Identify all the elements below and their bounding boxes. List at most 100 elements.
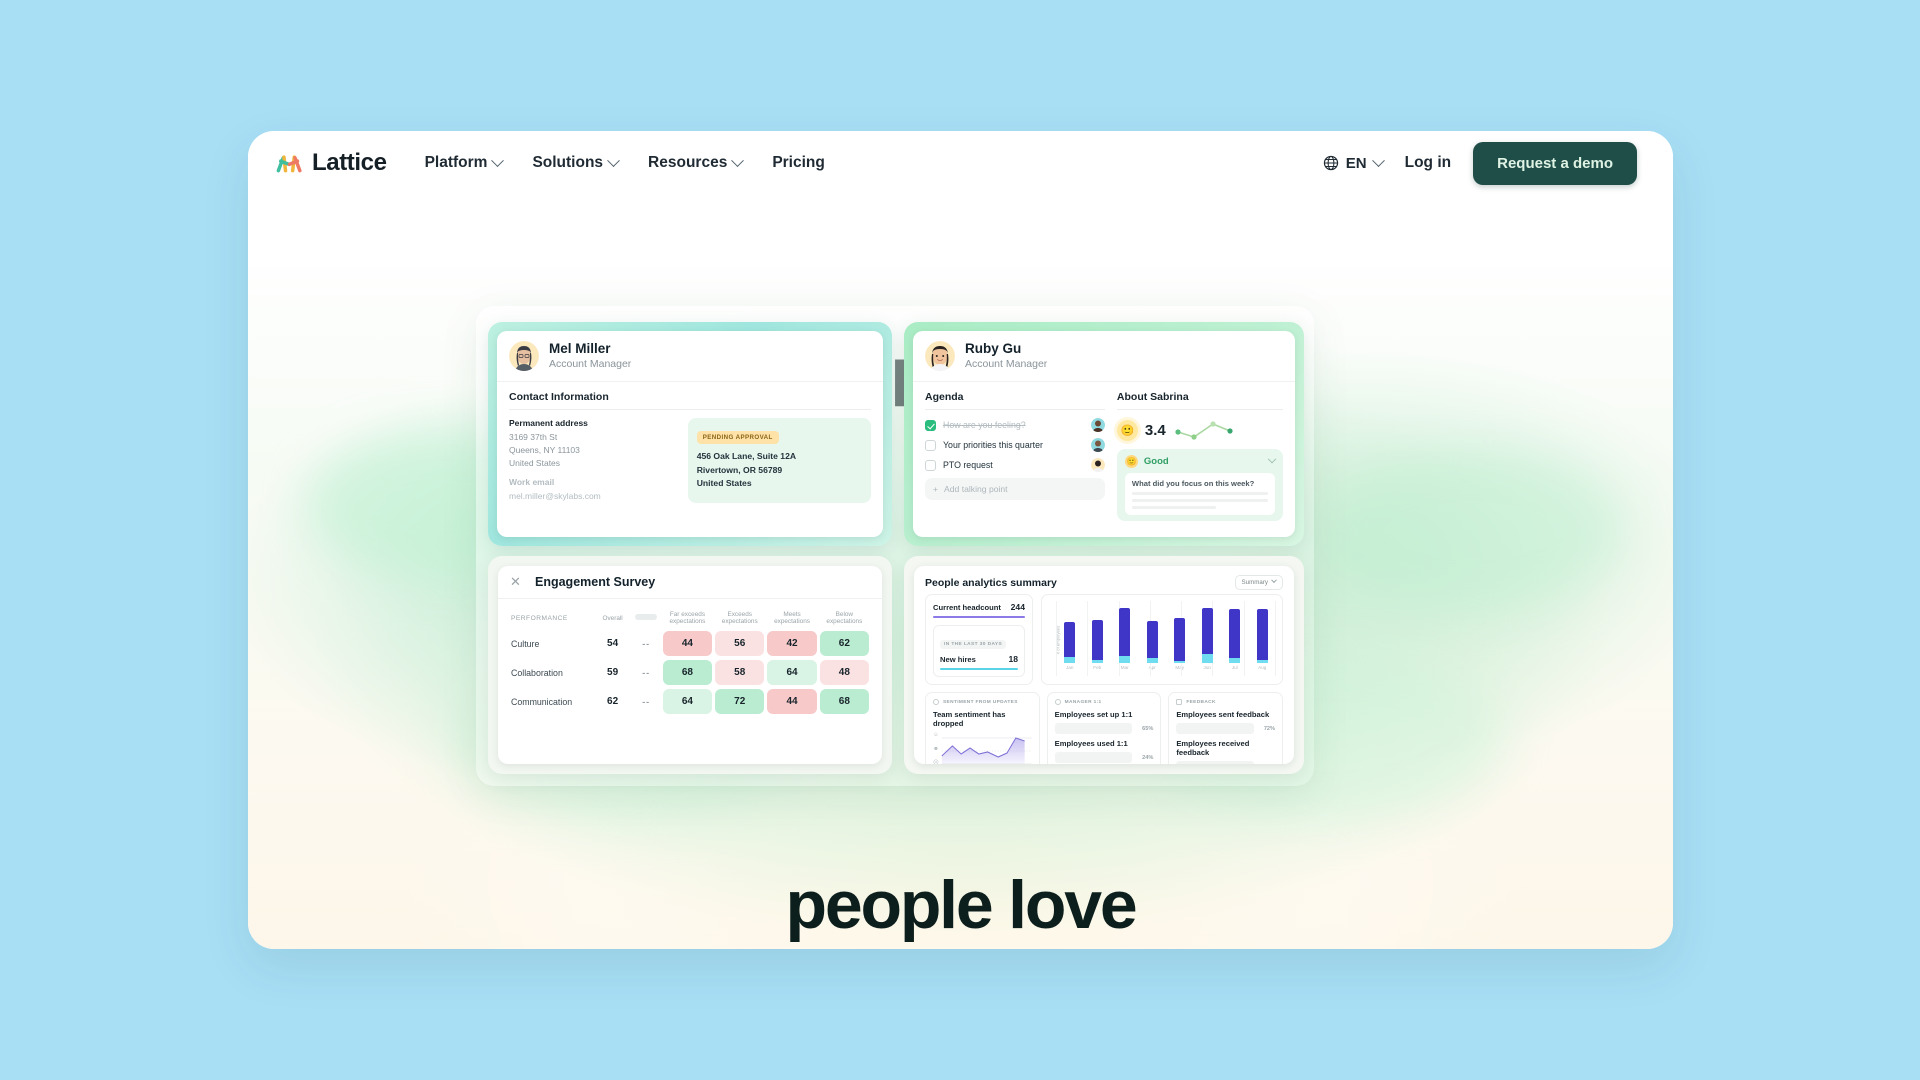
close-icon[interactable]: ✕: [510, 575, 522, 588]
ruby-gu-card: Ruby Gu Account Manager Agenda How are y…: [913, 331, 1295, 537]
divider: [1116, 409, 1283, 411]
sentiment-score: 3.4: [1144, 421, 1166, 439]
pending-address-line-2: Rivertown, OR 56789: [696, 464, 783, 475]
agenda-item[interactable]: Your priorities this quarter: [925, 438, 1105, 453]
checkbox-icon[interactable]: [925, 459, 936, 471]
request-demo-button[interactable]: Request a demo: [1473, 141, 1637, 185]
placeholder-pill: [635, 614, 658, 620]
agenda-item-label: How are you feeling?: [943, 420, 1026, 431]
nav-item-resources[interactable]: Resources: [648, 153, 745, 172]
agenda-avatar: [1090, 458, 1105, 473]
agenda-item[interactable]: PTO request: [925, 458, 1105, 473]
mood-header[interactable]: 🙂 Good: [1124, 454, 1277, 469]
col-meets: Meets expectations: [774, 611, 810, 625]
chevron-down-icon: [491, 153, 505, 167]
checkbox-icon[interactable]: [925, 439, 936, 451]
progress-percent: 36%: [1259, 764, 1275, 765]
add-talking-point-button[interactable]: + Add talking point: [925, 478, 1105, 501]
col-overall: Overall: [602, 614, 623, 622]
pending-address-line-3: United States: [696, 478, 752, 489]
sentiment-icon: [933, 699, 939, 705]
col-performance: PERFORMANCE: [511, 614, 568, 622]
progress-percent: 72%: [1263, 725, 1276, 732]
nav-item-pricing[interactable]: Pricing: [772, 154, 825, 172]
work-email-label: Work email: [509, 476, 555, 487]
engagement-survey-tile: ✕ Engagement Survey PERFORMANCE Overall …: [488, 556, 892, 774]
progress-row: 36%: [1176, 761, 1275, 764]
chart-bar-segment-existing: [1174, 617, 1186, 661]
summary-selector[interactable]: Summary: [1234, 575, 1283, 590]
chart-bar-segment-existing: [1064, 622, 1076, 657]
mood-question-text: What did you focus on this week?: [1131, 479, 1255, 489]
table-header-row: PERFORMANCE Overall Far exceeds expectat…: [511, 611, 869, 627]
mel-miller-header: Mel Miller Account Manager: [497, 331, 883, 383]
cell-exceeds: 72: [715, 689, 765, 714]
language-label: EN: [1345, 154, 1367, 172]
chart-bar: [1119, 601, 1131, 663]
agenda-item[interactable]: How are you feeling?: [925, 418, 1105, 433]
page-root: Lattice Platform Solutions Resources Pri…: [0, 0, 1920, 1080]
table-row: Communication 62 -- 64 72 44 68: [511, 689, 869, 714]
ruby-gu-tile: Ruby Gu Account Manager Agenda How are y…: [904, 322, 1304, 546]
chart-bar: [1146, 601, 1158, 663]
chevron-down-icon: [1271, 576, 1277, 583]
chart-bar-segment-new: [1119, 656, 1131, 663]
progress-row: 24%: [1054, 752, 1153, 763]
logo[interactable]: Lattice: [276, 149, 387, 177]
nav-item-platform[interactable]: Platform: [424, 153, 505, 172]
chevron-down-icon[interactable]: [1267, 454, 1277, 464]
chart-bar-segment-new: [1201, 653, 1213, 663]
agenda-avatar: [1090, 438, 1105, 453]
login-link[interactable]: Log in: [1405, 154, 1452, 172]
summary-selector-label: Summary: [1241, 579, 1268, 586]
analytics-title: People analytics summary: [925, 576, 1057, 589]
language-selector[interactable]: EN: [1323, 153, 1385, 172]
table-row: Collaboration 59 -- 68 58 64 48: [511, 660, 869, 685]
address-line-2: Queens, NY 11103: [509, 445, 580, 456]
ruby-gu-body: Agenda How are you feeling? Your priorit…: [913, 382, 1295, 530]
headcount-label: Current headcount: [933, 603, 1001, 612]
ruby-gu-role: Account Manager: [965, 357, 1048, 370]
avatar-icon: [1090, 438, 1105, 453]
about-sabrina-title: About Sabrina: [1116, 391, 1189, 404]
chart-bar-segment-existing: [1229, 608, 1241, 658]
analytics-header: People analytics summary Summary: [914, 566, 1294, 594]
manager-item-label: Employees used 1:1: [1054, 739, 1128, 748]
engagement-survey-title: Engagement Survey: [535, 575, 656, 589]
sentiment-area-chart: [941, 737, 1032, 764]
feedback-tag-row: FEEDBACK: [1176, 699, 1275, 705]
chart-bar-segment-existing: [1091, 620, 1103, 661]
decorative-cloud: [1323, 451, 1623, 611]
chart-bar-segment-new: [1256, 659, 1268, 663]
placeholder-line: [1131, 499, 1268, 503]
nav-item-platform-label: Platform: [424, 154, 488, 171]
checkbox-checked-icon[interactable]: [925, 419, 936, 431]
mood-emoji-icon: 🙂: [1124, 455, 1138, 469]
nav-item-resources-label: Resources: [648, 154, 728, 171]
row-dash: --: [642, 638, 651, 649]
agenda-item-label: PTO request: [943, 460, 993, 471]
nav-item-solutions-label: Solutions: [532, 154, 604, 171]
feedback-item-label: Employees sent feedback: [1176, 710, 1270, 719]
headcount-panel: Current headcount 244 IN THE LAST 30 DAY…: [925, 594, 1033, 685]
permanent-address-block: Permanent address 3169 37th St Queens, N…: [509, 418, 678, 503]
mel-miller-body: Contact Information Permanent address 31…: [497, 382, 883, 512]
row-dash: --: [642, 667, 651, 678]
pending-address-line-1: 456 Oak Lane, Suite 12A: [696, 451, 797, 462]
chevron-down-icon: [607, 153, 620, 167]
mood-panel: 🙂 Good What did you focus on this week?: [1116, 449, 1283, 522]
agenda-title: Agenda: [925, 391, 964, 404]
col-below: Below expectations: [826, 611, 863, 625]
chart-bar: [1174, 601, 1186, 663]
cell-below: 62: [819, 631, 869, 656]
contact-information-title: Contact Information: [509, 391, 609, 404]
agenda-block: Agenda How are you feeling? Your priorit…: [925, 391, 1105, 521]
permanent-address-label: Permanent address: [509, 418, 588, 429]
chart-bar-segment-new: [1064, 656, 1076, 663]
row-overall: 59: [607, 667, 619, 678]
avatar-mel-icon: [509, 341, 539, 372]
avatar: [509, 341, 539, 372]
globe-icon: [1323, 155, 1338, 171]
nav-item-solutions[interactable]: Solutions: [532, 153, 620, 172]
progress-row: 72%: [1176, 723, 1275, 734]
